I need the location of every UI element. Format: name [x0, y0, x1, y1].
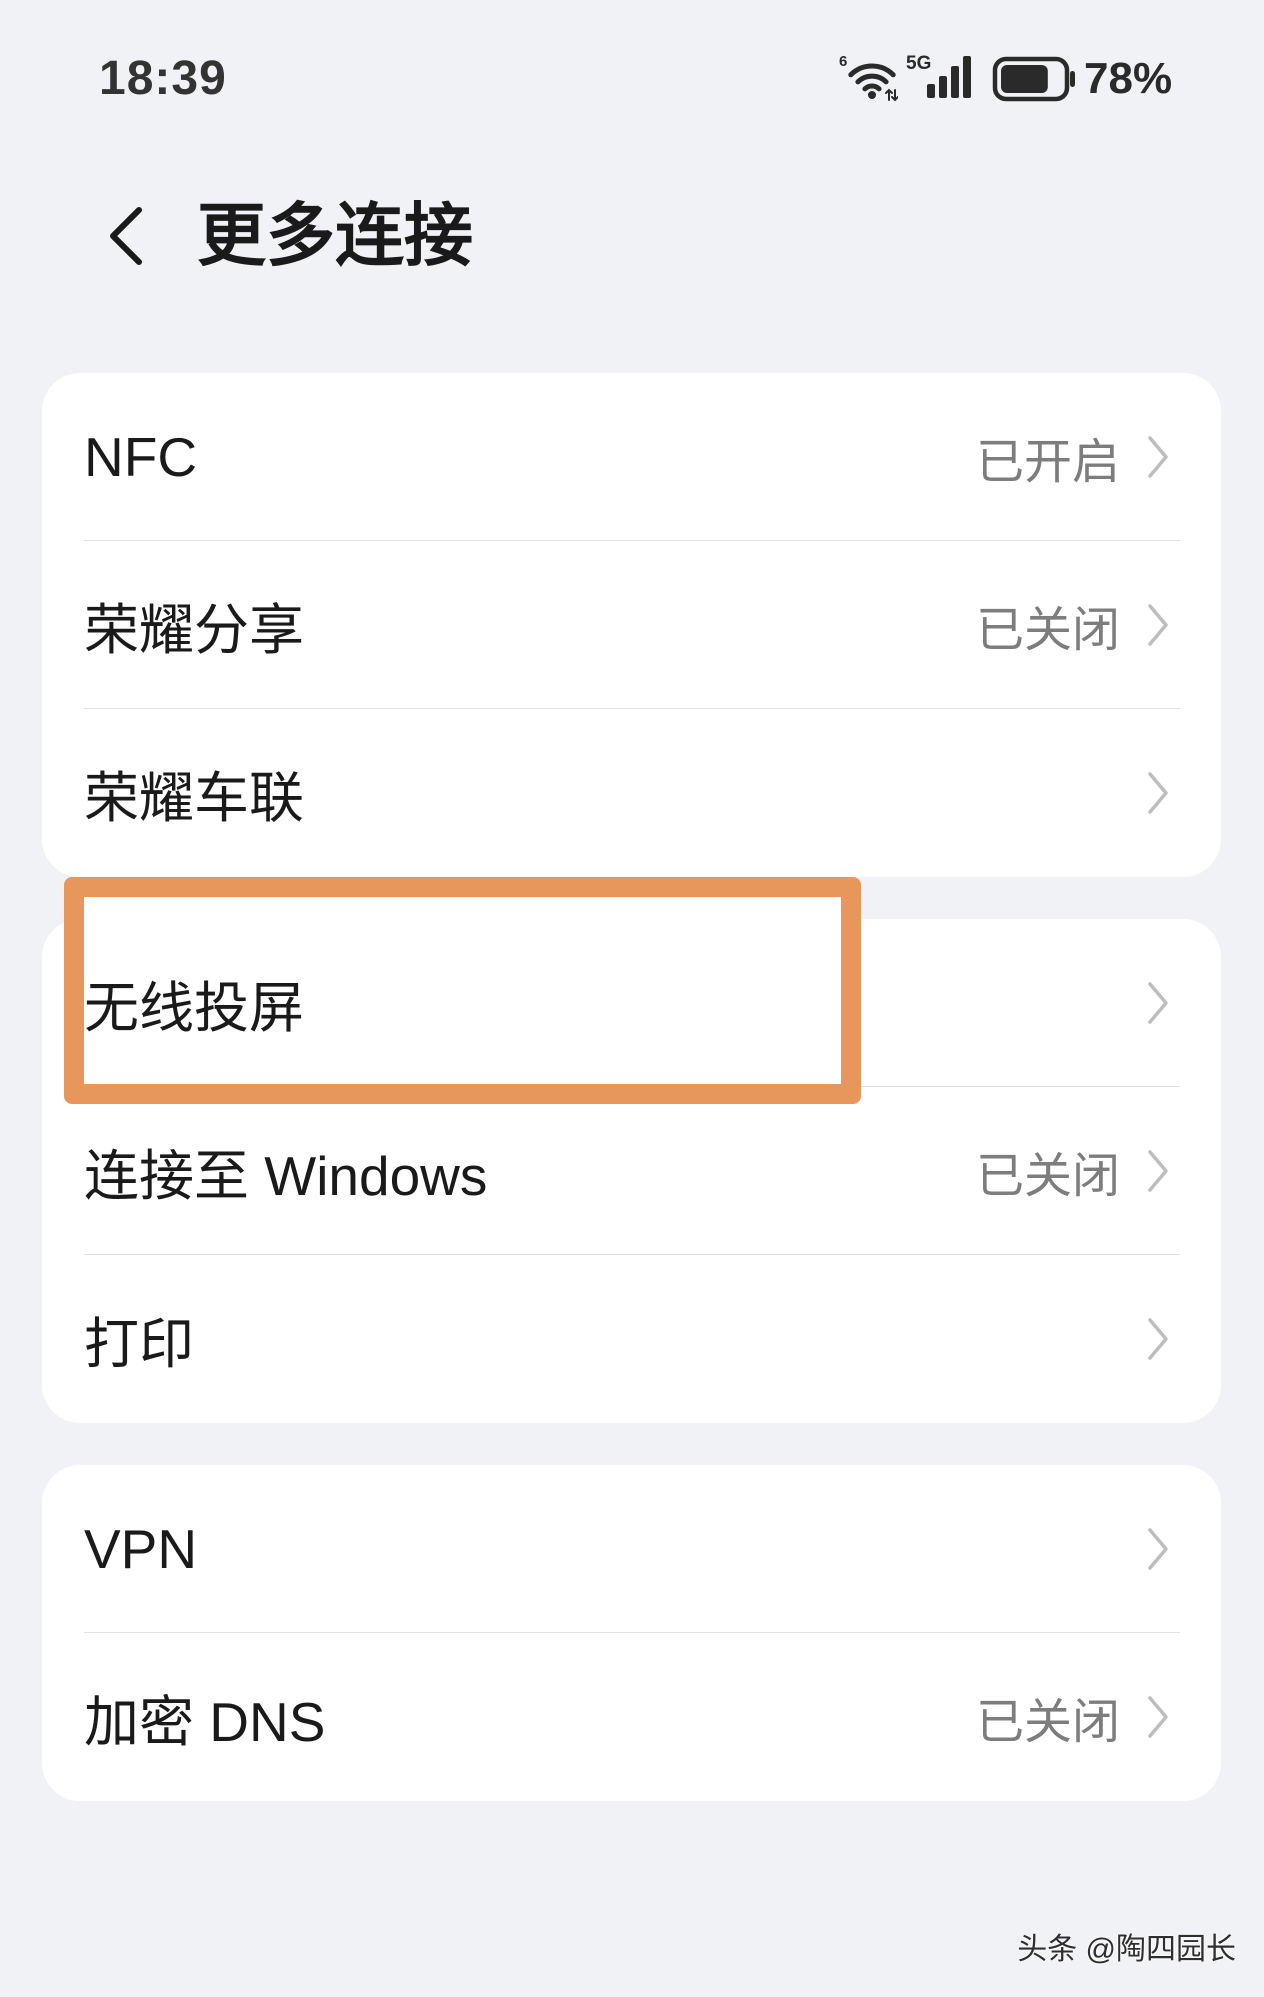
row-connect-to-windows[interactable]: 连接至 Windows 已关闭 [42, 1087, 1221, 1255]
row-status: 已关闭 [975, 1696, 1120, 1749]
chevron-right-icon [1148, 436, 1168, 478]
chevron-right-icon [1148, 772, 1168, 814]
signal-bar [927, 84, 935, 98]
settings-group-3: VPN 加密 DNS 已关闭 [42, 1465, 1221, 1801]
watermark: 头条 @陶四园长 [1017, 1933, 1236, 1966]
status-time: 18:39 [99, 52, 227, 105]
chevron-right-icon [1148, 1528, 1168, 1570]
row-label: 加密 DNS [84, 1691, 326, 1753]
row-nfc[interactable]: NFC 已开启 [42, 373, 1221, 541]
battery-percent: 78% [1084, 54, 1173, 103]
row-label: 打印 [84, 1313, 195, 1375]
cellular-signal-icon: 5G [906, 53, 971, 98]
chevron-right-icon [1148, 604, 1168, 646]
row-honor-share[interactable]: 荣耀分享 已关闭 [42, 541, 1221, 709]
signal-bar [939, 76, 947, 98]
row-encrypted-dns[interactable]: 加密 DNS 已关闭 [42, 1633, 1221, 1801]
signal-bar [963, 56, 971, 98]
row-honor-car-connect[interactable]: 荣耀车联 [42, 709, 1221, 877]
row-label: 连接至 Windows [84, 1145, 488, 1207]
chevron-right-icon [1148, 1150, 1168, 1192]
wifi-activity-arrows [885, 88, 898, 102]
battery-icon [992, 56, 1075, 102]
row-status: 已关闭 [975, 1150, 1120, 1203]
row-vpn[interactable]: VPN [42, 1465, 1221, 1633]
row-status: 已开启 [975, 436, 1120, 489]
wifi-arcs [848, 63, 896, 92]
battery-tip [1070, 71, 1075, 87]
row-label: NFC [84, 426, 198, 488]
row-status: 已关闭 [975, 604, 1120, 657]
wifi-icon: 6 [839, 53, 898, 102]
battery-level-fill [1001, 65, 1048, 93]
chevron-right-icon [1148, 1696, 1168, 1738]
chevron-left-icon [110, 207, 142, 265]
network-type-label: 5G [906, 53, 931, 74]
row-label: VPN [84, 1518, 198, 1580]
wifi-dot [868, 91, 876, 99]
row-label: 荣耀分享 [84, 599, 305, 661]
row-print[interactable]: 打印 [42, 1255, 1221, 1423]
chevron-right-icon [1148, 1318, 1168, 1360]
row-label: 荣耀车联 [84, 767, 305, 829]
row-label: 无线投屏 [84, 977, 305, 1039]
chevron-right-icon [1148, 982, 1168, 1024]
settings-group-1: NFC 已开启 荣耀分享 已关闭 荣耀车联 [42, 373, 1221, 877]
settings-group-2: 无线投屏 连接至 Windows 已关闭 打印 [42, 919, 1221, 1423]
signal-bar [951, 66, 959, 98]
back-button[interactable] [98, 200, 152, 272]
row-wireless-projection[interactable]: 无线投屏 [42, 919, 1221, 1087]
wifi-badge: 6 [839, 53, 847, 70]
page-title: 更多连接 [197, 197, 473, 274]
